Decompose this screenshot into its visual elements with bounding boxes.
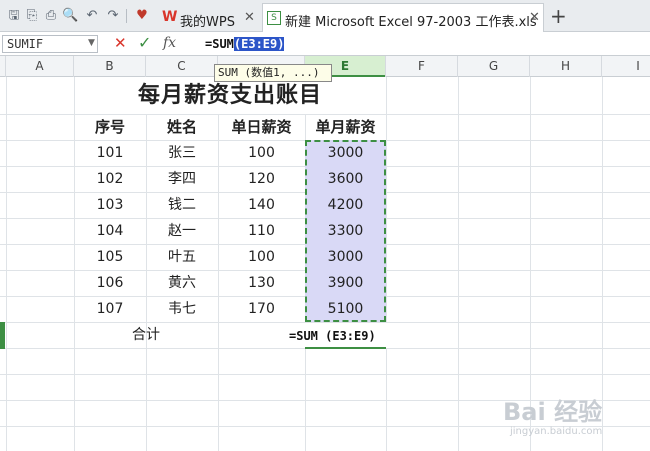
- tab-excel-file[interactable]: S 新建 Microsoft Excel 97-2003 工作表.xls ✕: [262, 3, 544, 32]
- table-cell[interactable]: 105: [74, 244, 146, 270]
- table-cell[interactable]: 黄六: [146, 270, 218, 296]
- table-cell[interactable]: 3900: [305, 270, 386, 296]
- table-cell[interactable]: 叶五: [146, 244, 218, 270]
- table-cell[interactable]: 170: [218, 296, 305, 322]
- table-cell[interactable]: 5100: [305, 296, 386, 322]
- quick-access-dropdown-icon[interactable]: ♥: [134, 8, 150, 24]
- new-tab-icon[interactable]: +: [550, 4, 567, 28]
- column-header-c[interactable]: C: [146, 56, 218, 77]
- table-cell[interactable]: 110: [218, 218, 305, 244]
- formula-range-selection: (E3:E9): [233, 37, 285, 51]
- close-icon[interactable]: ✕: [244, 10, 255, 25]
- tab-label: 我的WPS: [180, 15, 235, 30]
- header-daily-salary[interactable]: 单日薪资: [218, 114, 305, 140]
- column-header-g[interactable]: G: [458, 56, 530, 77]
- insert-function-icon[interactable]: fx: [163, 35, 176, 51]
- grid-line: [458, 77, 459, 451]
- table-cell[interactable]: 4200: [305, 192, 386, 218]
- close-icon[interactable]: ✕: [529, 10, 540, 25]
- grid-line: [386, 77, 387, 451]
- formula-input[interactable]: =SUM(E3:E9): [205, 35, 285, 53]
- export-pdf-icon[interactable]: ⎘: [24, 8, 40, 24]
- column-header-i[interactable]: I: [602, 56, 650, 77]
- table-cell[interactable]: 120: [218, 166, 305, 192]
- table-cell[interactable]: 101: [74, 140, 146, 166]
- table-cell[interactable]: 3000: [305, 244, 386, 270]
- cancel-icon[interactable]: ✕: [114, 34, 127, 52]
- tab-label: 新建 Microsoft Excel 97-2003 工作表.xls: [285, 15, 537, 30]
- watermark-url: jingyan.baidu.com: [510, 426, 603, 437]
- column-header-b[interactable]: B: [74, 56, 146, 77]
- table-cell[interactable]: 103: [74, 192, 146, 218]
- header-name[interactable]: 姓名: [146, 114, 218, 140]
- table-cell[interactable]: 3300: [305, 218, 386, 244]
- active-cell-border: [305, 347, 386, 349]
- table-cell[interactable]: 100: [218, 244, 305, 270]
- active-row-marker: [0, 322, 5, 349]
- header-monthly-salary[interactable]: 单月薪资: [305, 114, 386, 140]
- wps-logo-icon: W: [162, 9, 178, 25]
- table-cell[interactable]: 韦七: [146, 296, 218, 322]
- save-icon[interactable]: 🖫: [6, 8, 22, 24]
- grid-line: [6, 77, 7, 451]
- confirm-icon[interactable]: ✓: [138, 33, 151, 52]
- table-cell[interactable]: 106: [74, 270, 146, 296]
- table-cell[interactable]: 107: [74, 296, 146, 322]
- print-icon[interactable]: ⎙: [43, 8, 59, 24]
- sheet-title: 每月薪资支出账目: [137, 82, 322, 108]
- undo-icon[interactable]: ↶: [84, 8, 100, 24]
- watermark-logo: Bai 经验: [503, 398, 603, 426]
- table-cell[interactable]: 钱二: [146, 192, 218, 218]
- column-header-a[interactable]: A: [6, 56, 74, 77]
- table-cell[interactable]: 140: [218, 192, 305, 218]
- table-cell[interactable]: 3600: [305, 166, 386, 192]
- active-cell-formula[interactable]: =SUM (E3:E9): [289, 323, 397, 349]
- total-label[interactable]: 合计: [74, 322, 218, 348]
- table-cell[interactable]: 李四: [146, 166, 218, 192]
- function-tooltip: SUM (数值1, ...): [214, 64, 332, 82]
- redo-icon[interactable]: ↷: [105, 8, 121, 24]
- table-cell[interactable]: 130: [218, 270, 305, 296]
- header-serial[interactable]: 序号: [74, 114, 146, 140]
- print-preview-icon[interactable]: 🔍: [62, 8, 78, 24]
- toolbar-separator: [126, 9, 127, 23]
- column-header-f[interactable]: F: [386, 56, 458, 77]
- column-header-h[interactable]: H: [530, 56, 602, 77]
- table-cell[interactable]: 102: [74, 166, 146, 192]
- table-cell[interactable]: 3000: [305, 140, 386, 166]
- name-box[interactable]: SUMIF: [2, 35, 98, 53]
- table-cell[interactable]: 赵一: [146, 218, 218, 244]
- chevron-down-icon[interactable]: ▼: [88, 38, 95, 48]
- grid-line: [602, 77, 603, 451]
- tab-my-wps[interactable]: W 我的WPS ✕: [156, 4, 262, 31]
- table-cell[interactable]: 104: [74, 218, 146, 244]
- grid-line: [0, 374, 650, 375]
- formula-function: =SUM: [205, 37, 234, 51]
- spreadsheet-file-icon: S: [267, 11, 281, 25]
- table-cell[interactable]: 100: [218, 140, 305, 166]
- table-cell[interactable]: 张三: [146, 140, 218, 166]
